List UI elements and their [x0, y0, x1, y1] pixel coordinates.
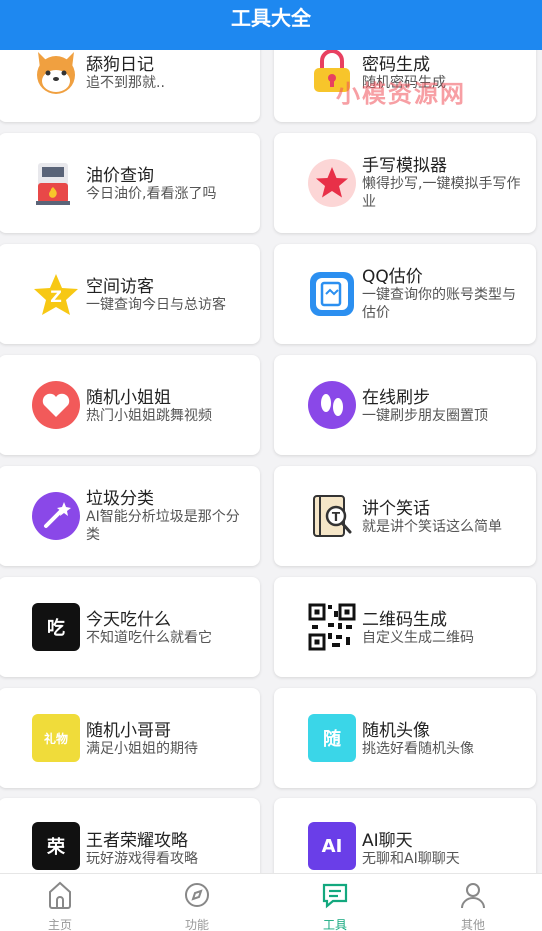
nav-item-features[interactable]: 功能 — [157, 880, 237, 931]
tool-subtitle: 追不到那就.. — [86, 75, 165, 91]
nav-item-other[interactable]: 其他 — [433, 880, 513, 931]
tool-title: 密码生成 — [362, 55, 430, 75]
magic-wand-icon — [32, 492, 80, 540]
tool-subtitle: 满足小姐姐的期待 — [86, 741, 198, 757]
nav-label: 功能 — [184, 918, 209, 931]
tool-title: 今天吃什么 — [86, 610, 171, 630]
ai-icon: AI — [308, 822, 356, 870]
tool-card-random-avatar[interactable]: 随 随机头像 挑选好看随机头像 — [274, 688, 536, 788]
qzone-star-icon: Z — [32, 270, 80, 318]
tool-subtitle: 一键查询今日与总访客 — [86, 297, 226, 313]
tool-subtitle: 无聊和AI聊聊天 — [362, 851, 460, 867]
tool-title: AI聊天 — [362, 831, 413, 851]
tool-title: 垃圾分类 — [86, 489, 154, 509]
tool-subtitle: 今日油价,看看涨了吗 — [86, 186, 217, 202]
tool-card-handwriting[interactable]: 手写模拟器 懒得抄写,一键模拟手写作业 — [274, 133, 536, 233]
tool-card-random-guy[interactable]: 礼物 随机小哥哥 满足小姐姐的期待 — [0, 688, 260, 788]
nav-item-tools[interactable]: 工具 — [295, 880, 375, 931]
gift-icon: 礼物 — [32, 714, 80, 762]
tool-card-oil-price[interactable]: 油价查询 今日油价,看看涨了吗 — [0, 133, 260, 233]
tool-subtitle: 自定义生成二维码 — [362, 630, 474, 646]
tool-subtitle: 不知道吃什么就看它 — [86, 630, 212, 646]
eat-icon: 吃 — [32, 603, 80, 651]
tool-subtitle: 一键查询你的账号类型与估价 — [362, 287, 516, 321]
gas-pump-icon — [32, 159, 80, 207]
svg-text:T: T — [332, 510, 341, 524]
tool-title: 随机头像 — [362, 721, 430, 741]
bottom-nav: 主页 功能 工具 其他 — [0, 873, 542, 931]
tool-title: 王者荣耀攻略 — [86, 831, 188, 851]
tool-title: 手写模拟器 — [362, 156, 447, 176]
tool-title: 讲个笑话 — [362, 499, 430, 519]
user-icon — [461, 883, 485, 909]
star-icon — [308, 159, 356, 207]
tool-card-what-to-eat[interactable]: 吃 今天吃什么 不知道吃什么就看它 — [0, 577, 260, 677]
page-header: 工具大全 — [0, 0, 542, 50]
tool-title: 二维码生成 — [362, 610, 447, 630]
nav-label: 其他 — [460, 918, 485, 931]
tool-title: 随机小哥哥 — [86, 721, 171, 741]
nav-item-home[interactable]: 主页 — [20, 880, 100, 931]
tool-card-step-brush[interactable]: 在线刷步 一键刷步朋友圈置顶 — [274, 355, 536, 455]
tool-subtitle: 挑选好看随机头像 — [362, 741, 474, 757]
qr-code-icon — [308, 603, 356, 651]
tool-subtitle: 就是讲个笑话这么简单 — [362, 519, 502, 535]
tool-subtitle: 懒得抄写,一键模拟手写作业 — [362, 176, 521, 210]
tool-subtitle: 热门小姐姐跳舞视频 — [86, 408, 212, 424]
tool-subtitle: AI智能分析垃圾是那个分类 — [86, 509, 240, 543]
tool-title: 随机小姐姐 — [86, 388, 171, 408]
chat-icon — [322, 883, 348, 909]
tool-card-random-girl[interactable]: 随机小姐姐 热门小姐姐跳舞视频 — [0, 355, 260, 455]
glory-icon: 荣 — [32, 822, 80, 870]
nav-label: 工具 — [322, 918, 347, 931]
svg-text:Z: Z — [50, 287, 62, 306]
shiba-dog-icon — [32, 48, 80, 96]
heart-icon — [32, 381, 80, 429]
tool-card-joke[interactable]: T 讲个笑话 就是讲个笑话这么简单 — [274, 466, 536, 566]
tool-card-garbage-sort[interactable]: 垃圾分类 AI智能分析垃圾是那个分类 — [0, 466, 260, 566]
tool-title: QQ估价 — [362, 267, 423, 287]
tool-card-space-visitors[interactable]: Z 空间访客 一键查询今日与总访客 — [0, 244, 260, 344]
document-icon — [308, 270, 356, 318]
book-search-icon: T — [308, 492, 356, 540]
tool-title: 在线刷步 — [362, 388, 430, 408]
watermark: 小模资源网 — [336, 80, 466, 108]
nav-label: 主页 — [47, 918, 72, 931]
tool-title: 油价查询 — [86, 166, 154, 186]
tool-subtitle: 玩好游戏得看攻略 — [86, 851, 198, 867]
tool-card-qr-code[interactable]: 二维码生成 自定义生成二维码 — [274, 577, 536, 677]
tool-card-qq-valuation[interactable]: QQ估价 一键查询你的账号类型与估价 — [274, 244, 536, 344]
footprint-icon — [308, 381, 356, 429]
random-icon: 随 — [308, 714, 356, 762]
tool-title: 空间访客 — [86, 277, 154, 297]
tool-title: 舔狗日记 — [86, 55, 154, 75]
home-icon — [49, 881, 71, 909]
compass-icon — [185, 883, 209, 907]
tool-subtitle: 一键刷步朋友圈置顶 — [362, 408, 488, 424]
page-title: 工具大全 — [231, 6, 311, 30]
